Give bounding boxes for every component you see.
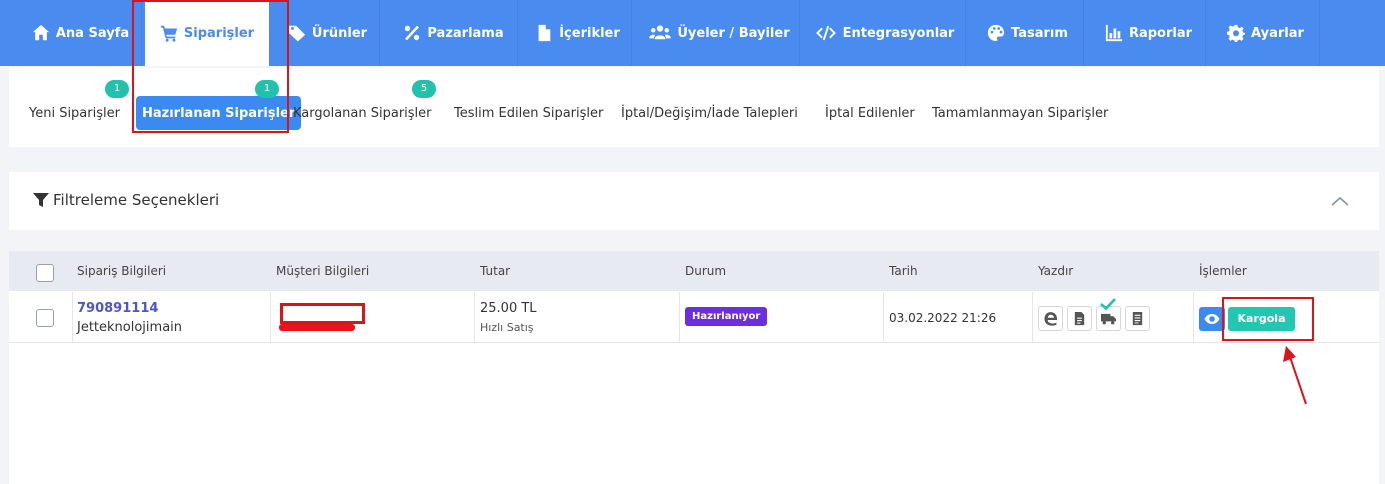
home-icon [32,24,49,41]
column-divider [72,292,73,343]
tab-label: Kargolanan Siparişler [293,105,432,121]
receipt-icon [1132,311,1143,326]
column-divider [1032,292,1033,343]
row-checkbox[interactable] [36,309,54,327]
tab-label: İptal/Değişim/İade Talepleri [621,105,798,121]
tab-iptal-edilenler[interactable]: İptal Edilenler [825,96,915,130]
column-header: Müşteri Bilgileri [276,264,370,278]
column-header: İşlemler [1199,264,1247,278]
nav-item-raporlar[interactable]: Raporlar [1092,0,1206,66]
nav-item-label: Üyeler / Bayiler [677,25,790,41]
column-header: Tutar [480,264,511,278]
nav-item-label: Ürünler [311,25,368,41]
column-divider [883,292,884,343]
tab-label: Tamamlanmayan Siparişler [932,105,1109,121]
nav-item-label: Raporlar [1128,25,1193,41]
users-icon [649,25,672,40]
column-divider [474,292,475,343]
code-icon [815,25,836,41]
eye-icon [1204,314,1220,324]
bar-chart-icon [1105,24,1123,42]
nav-item-ayarlar[interactable]: Ayarlar [1212,0,1320,66]
nav-item-label: Tasarım [1011,25,1068,41]
nav-item-tasarim[interactable]: Tasarım [972,0,1084,66]
column-header: Sipariş Bilgileri [77,264,167,278]
nav-item-label: Entegrasyonlar [842,25,955,41]
column-divider [270,292,271,343]
truck-icon [1101,313,1116,325]
tab-kargolanan-siparisler[interactable]: Kargolanan Siparişler [293,96,432,130]
tab-label: İptal Edilenler [825,105,915,121]
highlight-box-siparisler [132,0,289,133]
nav-item-label: Ana Sayfa [55,25,130,41]
tab-iptal-degisim-iade-talepleri[interactable]: İptal/Değişim/İade Talepleri [621,96,798,130]
nav-item-uyeler-bayiler[interactable]: Üyeler / Bayiler [640,0,800,66]
highlight-box-kargola [1222,297,1314,341]
print-receipt-button[interactable] [1125,306,1150,331]
count-badge: 1 [105,80,129,98]
store-name: Jetteknolojimain [77,320,183,335]
column-header: Yazdır [1038,264,1074,278]
filter-header[interactable]: Filtreleme Seçenekleri [33,191,219,209]
tab-teslim-edilen-siparisler[interactable]: Teslim Edilen Siparişler [454,96,603,130]
nav-item-label: İçerikler [559,25,620,41]
nav-item-label: Pazarlama [427,25,504,41]
status-badge: Hazırlanıyor [685,307,768,326]
tab-yeni-siparisler[interactable]: Yeni Siparişler [29,96,120,130]
redacted-customer-name [280,303,365,324]
nav-item-pazarlama[interactable]: Pazarlama [390,0,518,66]
print-invoice-button[interactable] [1067,306,1092,331]
column-header: Durum [685,264,727,278]
funnel-icon [33,193,49,207]
nav-item-icerikler[interactable]: İçerikler [524,0,632,66]
tag-icon [288,25,306,42]
nav-item-label: Ayarlar [1251,25,1304,41]
column-header: Tarih [889,264,918,278]
percent-icon [405,25,420,41]
select-all-checkbox[interactable] [36,264,54,282]
tab-label: Teslim Edilen Siparişler [454,105,604,121]
count-badge: 5 [412,80,436,98]
print-edge-button[interactable] [1038,306,1063,331]
nav-item-urunler[interactable]: Ürünler [276,0,380,66]
redacted-customer-contact [279,324,355,331]
gear-icon [1227,24,1246,42]
order-number-link[interactable]: 790891114 [77,301,158,316]
order-date: 03.02.2022 21:26 [889,311,997,325]
collapse-button[interactable] [1327,190,1353,212]
order-amount: 25.00 TL [480,301,537,316]
chevron-up-icon [1331,196,1349,206]
tab-tamamlanmayan-siparisler[interactable]: Tamamlanmayan Siparişler [932,96,1108,130]
palette-icon [987,24,1005,42]
edge-icon [1044,312,1058,326]
filter-panel: Filtreleme Seçenekleri [9,172,1379,230]
tab-label: Yeni Siparişler [29,105,120,121]
document-icon [538,24,551,42]
invoice-icon [1074,311,1085,326]
nav-item-ana-sayfa[interactable]: Ana Sayfa [20,0,142,66]
sale-type: Hızlı Satış [480,321,534,334]
filter-title: Filtreleme Seçenekleri [53,191,220,209]
nav-item-entegrasyonlar[interactable]: Entegrasyonlar [804,0,966,66]
check-icon [1100,298,1116,311]
table-header: Sipariş Bilgileri Müşteri Bilgileri Tuta… [9,251,1379,291]
column-divider [679,292,680,343]
table-row: 790891114 Jetteknolojimain 25.00 TL Hızl… [9,292,1379,343]
column-divider [1193,292,1194,343]
orders-table: Sipariş Bilgileri Müşteri Bilgileri Tuta… [9,251,1379,484]
